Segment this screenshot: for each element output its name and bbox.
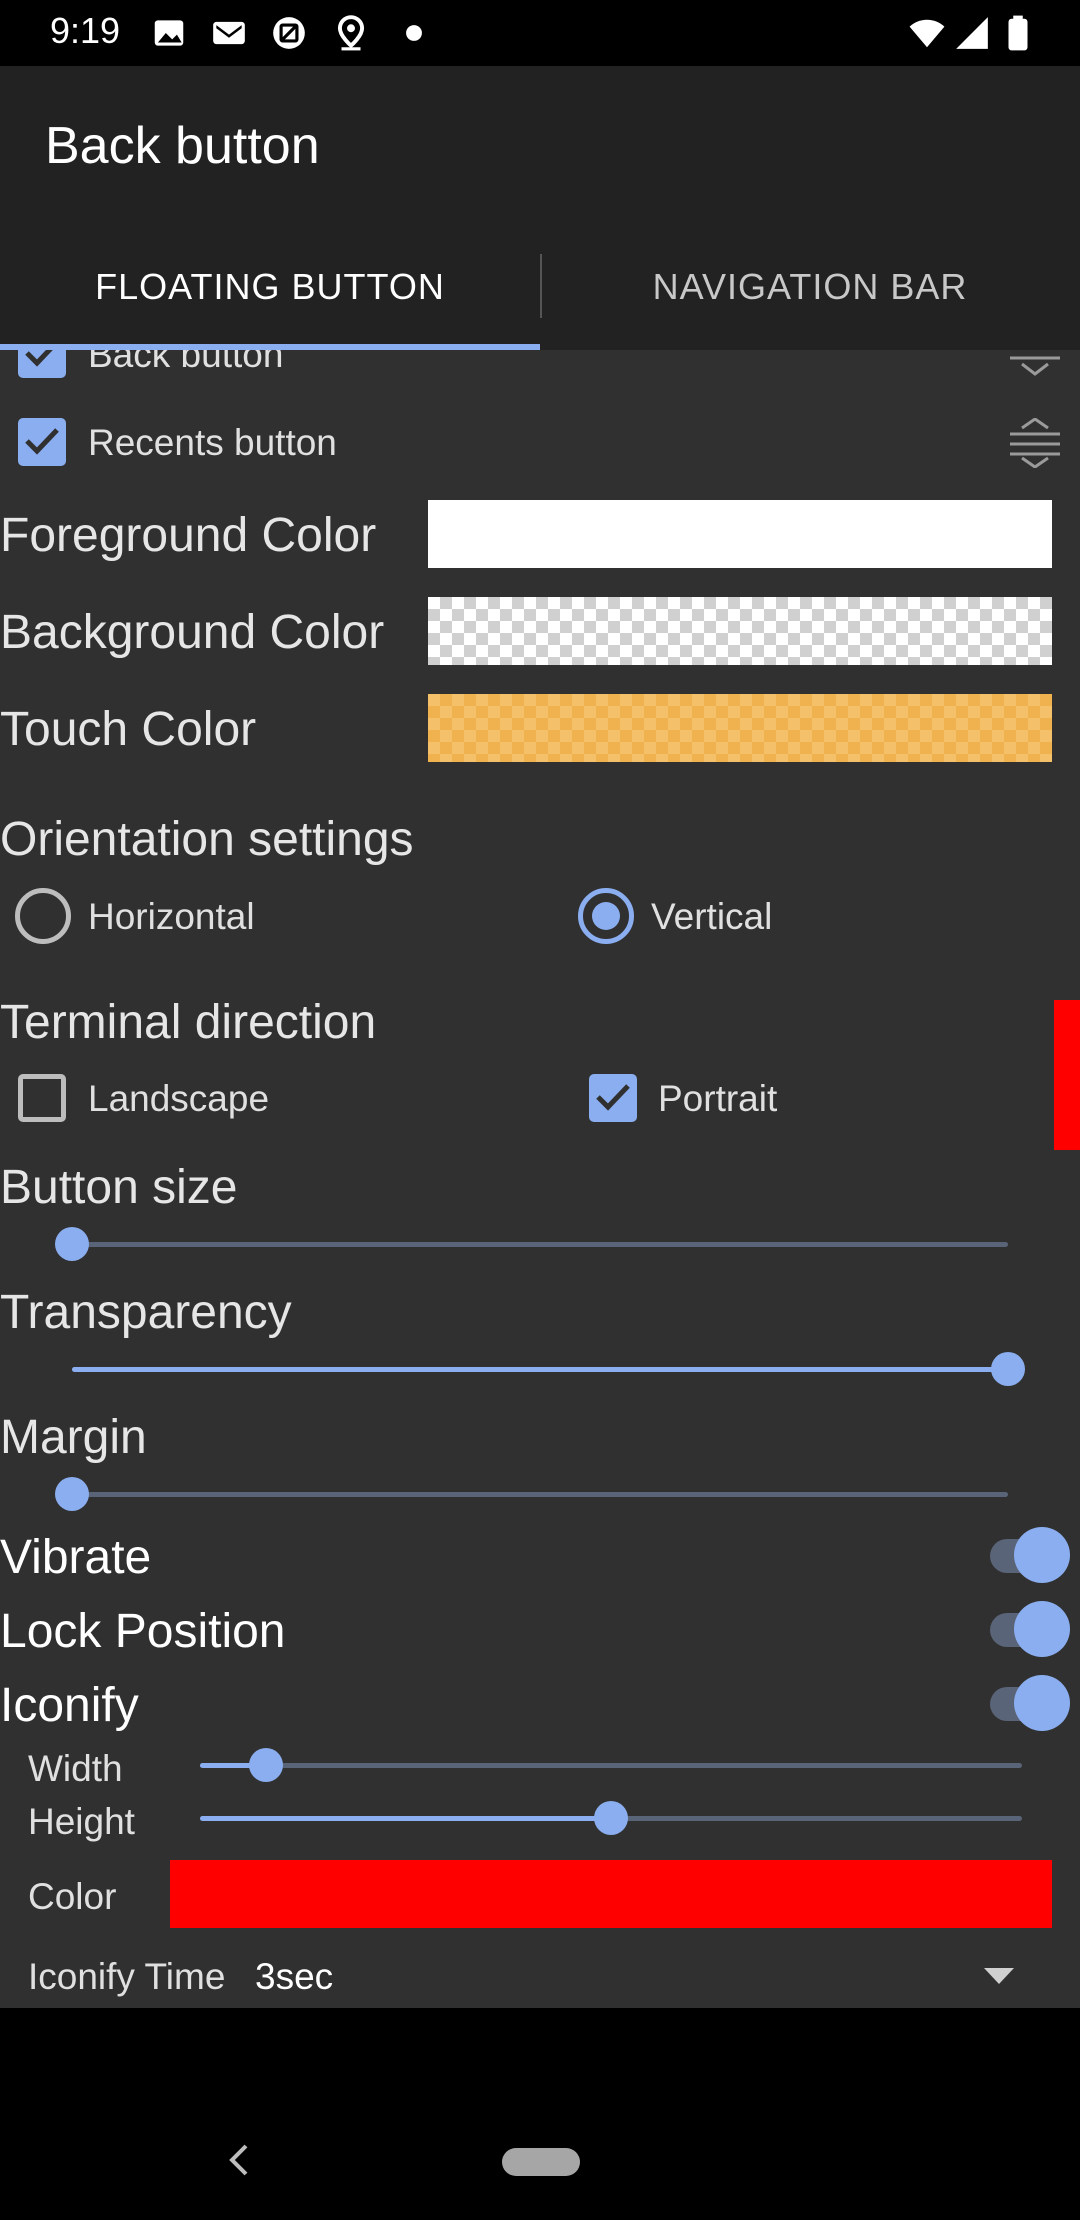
iconify-width-slider[interactable] bbox=[200, 1748, 1022, 1782]
system-navigation-bar bbox=[0, 2008, 1080, 2220]
home-pill-button[interactable] bbox=[502, 2148, 580, 2176]
iconify-time-value[interactable]: 3sec bbox=[255, 1956, 333, 1998]
iconified-button-preview[interactable] bbox=[1054, 1000, 1080, 1150]
foreground-color-swatch[interactable] bbox=[428, 500, 1052, 568]
terminal-direction-title: Terminal direction bbox=[0, 996, 377, 1049]
button-size-label: Button size bbox=[0, 1161, 238, 1214]
landscape-label: Landscape bbox=[88, 1078, 270, 1119]
location-icon bbox=[337, 15, 365, 51]
lock-position-label: Lock Position bbox=[0, 1605, 286, 1658]
slider-thumb[interactable] bbox=[594, 1801, 628, 1835]
slider-fill bbox=[200, 1816, 611, 1821]
vertical-radio[interactable] bbox=[578, 888, 634, 944]
back-button-label: Back button bbox=[88, 350, 284, 375]
recents-button-checkbox[interactable] bbox=[18, 418, 66, 466]
iconify-time-label: Iconify Time bbox=[28, 1956, 226, 1997]
margin-slider[interactable] bbox=[55, 1477, 1008, 1511]
slider-fill bbox=[72, 1367, 1008, 1372]
iconify-height-slider[interactable] bbox=[200, 1801, 1022, 1835]
back-icon[interactable] bbox=[224, 2140, 254, 2180]
transparency-label: Transparency bbox=[0, 1286, 292, 1339]
app-bar: Back button FLOATING BUTTON NAVIGATION B… bbox=[0, 66, 1080, 350]
vibrate-toggle[interactable] bbox=[980, 1525, 1070, 1583]
iconify-color-swatch[interactable] bbox=[170, 1860, 1052, 1928]
touch-color-swatch[interactable] bbox=[428, 694, 1052, 762]
iconify-label: Iconify bbox=[0, 1679, 139, 1732]
toggle-knob bbox=[1014, 1601, 1070, 1657]
signal-icon bbox=[956, 17, 988, 49]
vertical-label: Vertical bbox=[651, 896, 773, 937]
iconify-width-label: Width bbox=[28, 1748, 123, 1789]
tab-navigation-bar[interactable]: NAVIGATION BAR bbox=[540, 266, 1080, 350]
tab-floating-button[interactable]: FLOATING BUTTON bbox=[0, 266, 540, 350]
transparency-slider[interactable] bbox=[72, 1352, 1025, 1386]
battery-icon bbox=[1008, 15, 1028, 51]
screenshot-icon bbox=[273, 17, 305, 49]
slider-thumb[interactable] bbox=[991, 1352, 1025, 1386]
slider-thumb[interactable] bbox=[55, 1477, 89, 1511]
touch-color-label: Touch Color bbox=[0, 703, 257, 756]
toggle-knob bbox=[1014, 1527, 1070, 1583]
status-bar: 9:19 bbox=[0, 0, 1080, 66]
horizontal-label: Horizontal bbox=[88, 896, 255, 937]
margin-label: Margin bbox=[0, 1411, 147, 1464]
iconify-toggle[interactable] bbox=[980, 1673, 1070, 1731]
image-icon bbox=[154, 20, 184, 46]
dropdown-arrow-icon[interactable] bbox=[984, 1968, 1014, 1984]
page-title: Back button bbox=[45, 117, 320, 175]
wifi-icon bbox=[909, 19, 945, 48]
horizontal-radio[interactable] bbox=[15, 888, 71, 944]
background-color-label: Background Color bbox=[0, 606, 385, 659]
foreground-color-label: Foreground Color bbox=[0, 509, 377, 562]
slider-thumb[interactable] bbox=[55, 1227, 89, 1261]
drag-handle-icon[interactable] bbox=[1008, 418, 1062, 468]
landscape-checkbox[interactable] bbox=[18, 1074, 66, 1122]
background-color-swatch[interactable] bbox=[428, 597, 1052, 665]
recents-button-label: Recents button bbox=[88, 422, 337, 463]
status-time: 9:19 bbox=[50, 10, 121, 51]
iconify-height-label: Height bbox=[28, 1801, 135, 1842]
back-button-checkbox[interactable] bbox=[18, 350, 66, 378]
gmail-icon bbox=[213, 21, 245, 45]
portrait-label: Portrait bbox=[658, 1078, 778, 1119]
button-size-slider[interactable] bbox=[55, 1227, 1008, 1261]
settings-content[interactable]: Back button Recents button Foreground Co… bbox=[0, 350, 1080, 2008]
drag-handle-icon[interactable] bbox=[1008, 350, 1062, 382]
lock-position-toggle[interactable] bbox=[980, 1599, 1070, 1657]
iconify-color-label: Color bbox=[28, 1876, 117, 1917]
orientation-settings-title: Orientation settings bbox=[0, 813, 414, 866]
vibrate-label: Vibrate bbox=[0, 1531, 152, 1584]
slider-thumb[interactable] bbox=[248, 1748, 283, 1782]
dot-icon bbox=[406, 25, 422, 41]
portrait-checkbox[interactable] bbox=[589, 1074, 637, 1122]
toggle-knob bbox=[1014, 1675, 1070, 1731]
